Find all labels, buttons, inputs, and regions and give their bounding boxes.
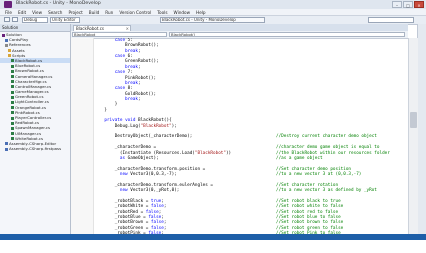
file-icon (11, 95, 14, 99)
tree-item-label: Assembly-CSharp-firstpass (9, 146, 62, 152)
status-text: Ready (3, 245, 15, 250)
code-editor: BlackRobot.cs × BlackRobot BlackRobot() … (71, 24, 408, 234)
file-icon (11, 111, 14, 115)
minimize-button[interactable]: – (392, 1, 402, 8)
menu-item-edit[interactable]: Edit (16, 9, 28, 15)
file-icon (11, 64, 14, 68)
code-area[interactable]: 123 case 5:124 BrownRobot();125 break;12… (94, 38, 406, 234)
solution-panel-header: Solution (0, 24, 70, 32)
file-icon (11, 106, 14, 110)
side-toolbox-strip (417, 24, 426, 234)
menu-item-version-control[interactable]: Version Control (117, 9, 153, 15)
file-icon (11, 132, 14, 136)
menu-bar: File Edit View Search Project Build Run Version… (0, 9, 426, 16)
class-dropdown[interactable]: BlackRobot (72, 32, 167, 37)
file-icon (11, 100, 14, 104)
solution-tree: Solution CardsPlay References Assets Scripts… (0, 32, 70, 151)
solution-explorer: Solution Solution CardsPlay References Asse… (0, 24, 71, 234)
status-bar: Ready (0, 234, 426, 250)
file-icon (11, 121, 14, 125)
run-target-select[interactable]: Unity Editor (50, 17, 80, 23)
menu-item-view[interactable]: View (30, 9, 44, 15)
folder-icon (5, 38, 8, 42)
menu-item-search[interactable]: Search (46, 9, 64, 15)
monodevelop-app-icon (4, 1, 12, 8)
folder-icon (8, 49, 11, 53)
member-dropdown[interactable]: BlackRobot() (169, 32, 405, 37)
folder-icon (2, 33, 5, 37)
file-icon (11, 126, 14, 130)
close-button[interactable]: × (414, 1, 424, 8)
menu-item-help[interactable]: Help (194, 9, 208, 15)
folder-icon (8, 54, 11, 58)
file-icon (11, 90, 14, 94)
file-icon (11, 116, 14, 120)
menu-item-window[interactable]: Window (172, 9, 193, 15)
line-number-gutter (71, 38, 94, 234)
maximize-button[interactable]: □ (403, 1, 413, 8)
file-icon (11, 69, 14, 73)
file-icon (11, 85, 14, 89)
menu-item-build[interactable]: Build (87, 9, 102, 15)
file-icon (5, 147, 8, 151)
folder-icon (5, 43, 8, 47)
menu-item-project[interactable]: Project (66, 9, 84, 15)
menu-item-file[interactable]: File (3, 9, 14, 15)
menu-item-tools[interactable]: Tools (155, 9, 169, 15)
tree-item[interactable]: Assembly-CSharp-firstpass (0, 146, 70, 151)
build-config-select[interactable]: Debug (22, 17, 48, 23)
window-controls: – □ × (392, 1, 424, 8)
file-icon (11, 80, 14, 84)
file-icon (5, 142, 8, 146)
stop-icon[interactable] (12, 17, 18, 22)
vertical-scrollbar[interactable] (408, 38, 418, 234)
search-input[interactable] (368, 17, 414, 23)
file-icon (11, 137, 14, 141)
menu-item-run[interactable]: Run (103, 9, 115, 15)
file-icon (11, 59, 14, 63)
window-title: BlackRobot.cs - Unity - MonoDevelop (16, 1, 101, 6)
status-display: BlackRobot.cs - Unity - MonoDevelop (160, 17, 265, 23)
scrollbar-thumb[interactable] (410, 112, 417, 128)
file-icon (11, 75, 14, 78)
run-icon[interactable] (4, 17, 10, 22)
